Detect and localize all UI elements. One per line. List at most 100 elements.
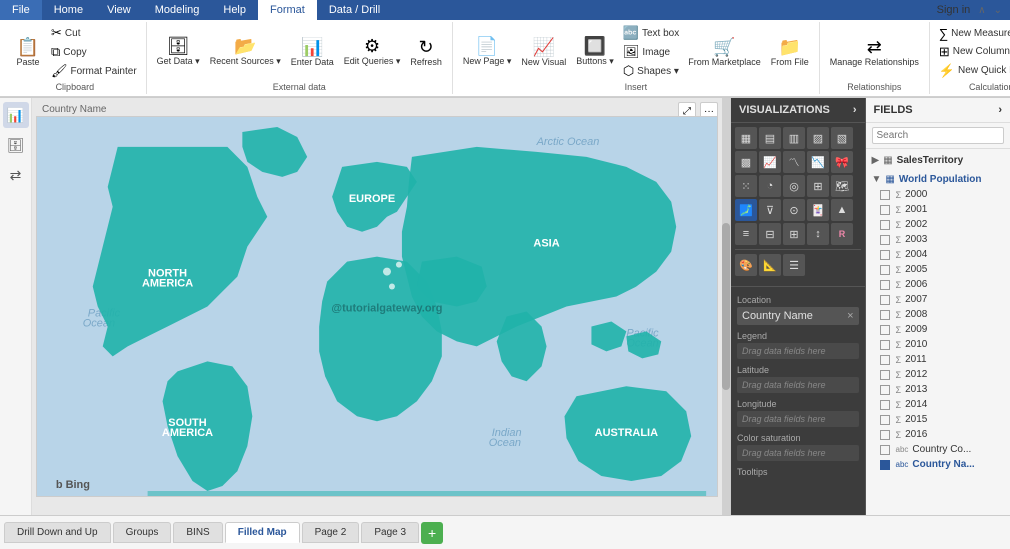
- viz-stacked-col[interactable]: ▨: [807, 127, 829, 149]
- viz-stacked-bar[interactable]: ▦: [735, 127, 757, 149]
- enter-data-button[interactable]: 📊 Enter Data: [287, 36, 338, 69]
- field-group-header-world[interactable]: ▼ ▦ World Population: [872, 172, 1004, 187]
- viz-map[interactable]: 🗺: [831, 175, 853, 197]
- refresh-button[interactable]: ↻ Refresh: [406, 36, 446, 69]
- right-panels: VISUALIZATIONS › ▦ ▤ ▥ ▨ ▧ ▩ 📈 〽 📉 🎀: [730, 98, 1010, 515]
- field-item-country-na[interactable]: abcCountry Na...: [872, 457, 1004, 472]
- field-item-2013[interactable]: Σ2013: [872, 382, 1004, 397]
- viz-treemap[interactable]: ⊞: [807, 175, 829, 197]
- tab-bins[interactable]: BINS: [173, 522, 222, 543]
- viz-analytics[interactable]: 📐: [759, 254, 781, 276]
- visualizations-expand-icon[interactable]: ›: [853, 104, 857, 116]
- viz-fields-tab[interactable]: ☰: [783, 254, 805, 276]
- viz-line[interactable]: 📈: [759, 151, 781, 173]
- from-file-button[interactable]: 📁 From File: [767, 36, 813, 69]
- shapes-button[interactable]: ⬡ Shapes ▾: [620, 62, 682, 80]
- latitude-placeholder[interactable]: Drag data fields here: [737, 377, 859, 393]
- viz-filled-map[interactable]: 🗾: [735, 199, 757, 221]
- copy-button[interactable]: ⧉ Copy: [48, 43, 140, 61]
- viz-line-stacked[interactable]: 📉: [807, 151, 829, 173]
- field-item-2004[interactable]: Σ2004: [872, 247, 1004, 262]
- tab-data-drill[interactable]: Data / Drill: [317, 0, 392, 20]
- tab-help[interactable]: Help: [211, 0, 258, 20]
- sidebar-icon-data[interactable]: 🗄: [3, 132, 29, 158]
- new-quick-measure-button[interactable]: ⚡ New Quick Measure: [936, 62, 1010, 80]
- viz-card[interactable]: 🃏: [807, 199, 829, 221]
- field-item-2007[interactable]: Σ2007: [872, 292, 1004, 307]
- field-item-2015[interactable]: Σ2015: [872, 412, 1004, 427]
- field-item-2016[interactable]: Σ2016: [872, 427, 1004, 442]
- viz-donut[interactable]: ◎: [783, 175, 805, 197]
- field-item-2001[interactable]: Σ2001: [872, 202, 1004, 217]
- sign-in-link[interactable]: Sign in: [937, 4, 971, 16]
- recent-sources-button[interactable]: 📂 Recent Sources ▾: [206, 35, 285, 69]
- field-item-2014[interactable]: Σ2014: [872, 397, 1004, 412]
- viz-matrix[interactable]: ⊞: [783, 223, 805, 245]
- buttons-button[interactable]: 🔲 Buttons ▾: [572, 35, 618, 69]
- field-item-country-co[interactable]: abcCountry Co...: [872, 442, 1004, 457]
- viz-r[interactable]: R: [831, 223, 853, 245]
- field-item-2000[interactable]: Σ2000: [872, 187, 1004, 202]
- fields-header: FIELDS ›: [866, 98, 1010, 123]
- viz-format[interactable]: 🎨: [735, 254, 757, 276]
- field-item-2011[interactable]: Σ2011: [872, 352, 1004, 367]
- field-item-2012[interactable]: Σ2012: [872, 367, 1004, 382]
- viz-slicer[interactable]: ≡: [735, 223, 757, 245]
- viz-clustered-col[interactable]: ▧: [831, 127, 853, 149]
- paste-button[interactable]: 📋 Paste: [10, 36, 46, 69]
- field-group-header-sales[interactable]: ▶ ▦ SalesTerritory: [872, 153, 1004, 168]
- viz-gauge[interactable]: ⊙: [783, 199, 805, 221]
- color-saturation-placeholder[interactable]: Drag data fields here: [737, 445, 859, 461]
- get-data-button[interactable]: 🗄 Get Data ▾: [153, 35, 204, 69]
- tab-modeling[interactable]: Modeling: [143, 0, 212, 20]
- longitude-placeholder[interactable]: Drag data fields here: [737, 411, 859, 427]
- new-page-button[interactable]: 📄 New Page ▾: [459, 35, 516, 69]
- viz-100-stacked-bar[interactable]: ▥: [783, 127, 805, 149]
- field-item-2002[interactable]: Σ2002: [872, 217, 1004, 232]
- new-visual-button[interactable]: 📈 New Visual: [517, 36, 570, 69]
- legend-placeholder[interactable]: Drag data fields here: [737, 343, 859, 359]
- viz-kpi[interactable]: ▲: [831, 199, 853, 221]
- tab-home[interactable]: Home: [42, 0, 95, 20]
- text-box-button[interactable]: 🔤 Text box: [620, 24, 682, 42]
- format-painter-button[interactable]: 🖌 Format Painter: [48, 62, 140, 80]
- location-remove-icon[interactable]: ×: [847, 310, 853, 322]
- field-item-2008[interactable]: Σ2008: [872, 307, 1004, 322]
- sidebar-icon-model[interactable]: ⇄: [3, 162, 29, 188]
- new-column-button[interactable]: ⊞ New Column: [936, 43, 1010, 61]
- field-item-2009[interactable]: Σ2009: [872, 322, 1004, 337]
- fields-expand-icon[interactable]: ›: [998, 104, 1002, 116]
- field-item-2010[interactable]: Σ2010: [872, 337, 1004, 352]
- tab-format[interactable]: Format: [258, 0, 317, 20]
- viz-pie[interactable]: ◔: [759, 175, 781, 197]
- from-marketplace-button[interactable]: 🛒 From Marketplace: [684, 36, 765, 69]
- viz-clustered-bar[interactable]: ▤: [759, 127, 781, 149]
- field-item-2006[interactable]: Σ2006: [872, 277, 1004, 292]
- viz-scatter[interactable]: ⁙: [735, 175, 757, 197]
- tab-page-2[interactable]: Page 2: [302, 522, 360, 543]
- tab-drill-down[interactable]: Drill Down and Up: [4, 522, 111, 543]
- manage-relationships-button[interactable]: ⇄ Manage Relationships: [826, 36, 923, 69]
- vertical-scrollbar[interactable]: [722, 98, 730, 515]
- tab-filled-map[interactable]: Filled Map: [225, 522, 300, 543]
- tab-view[interactable]: View: [95, 0, 143, 20]
- viz-funnel[interactable]: ⊽: [759, 199, 781, 221]
- viz-100-stacked-col[interactable]: ▩: [735, 151, 757, 173]
- edit-queries-button[interactable]: ⚙ Edit Queries ▾: [340, 35, 405, 69]
- fields-search-input[interactable]: [872, 127, 1004, 144]
- new-measure-button[interactable]: ∑ New Measure: [936, 25, 1010, 42]
- viz-table[interactable]: ⊟: [759, 223, 781, 245]
- add-page-button[interactable]: +: [421, 522, 443, 544]
- viz-ribbon[interactable]: 🎀: [831, 151, 853, 173]
- tab-groups[interactable]: Groups: [113, 522, 172, 543]
- viz-area[interactable]: 〽: [783, 151, 805, 173]
- image-button[interactable]: 🖼 Image: [620, 43, 682, 61]
- field-item-2003[interactable]: Σ2003: [872, 232, 1004, 247]
- location-value[interactable]: Country Name ×: [737, 307, 859, 325]
- viz-waterfall[interactable]: ↕: [807, 223, 829, 245]
- cut-button[interactable]: ✂ Cut: [48, 24, 140, 42]
- field-item-2005[interactable]: Σ2005: [872, 262, 1004, 277]
- sidebar-icon-report[interactable]: 📊: [3, 102, 29, 128]
- tab-page-3[interactable]: Page 3: [361, 522, 419, 543]
- tab-file[interactable]: File: [0, 0, 42, 20]
